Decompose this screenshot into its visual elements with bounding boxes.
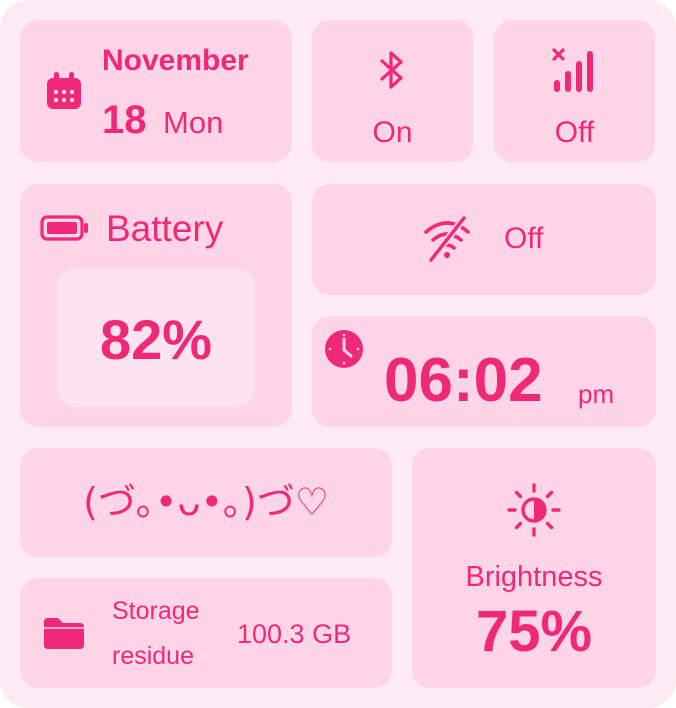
clock-ampm: pm	[578, 379, 615, 409]
kaomoji-tile: (づ｡•ᴗ•｡)づ♡	[20, 448, 392, 557]
control-widget: November 18 Mon On Off Battery 82% Off 0…	[0, 0, 676, 708]
bluetooth-status: On	[372, 116, 413, 149]
storage-label-line1: Storage	[112, 597, 200, 625]
battery-percent-box: 82%	[57, 268, 255, 407]
brightness-percent: 75%	[475, 599, 593, 664]
clock-time: 06:02	[384, 346, 543, 415]
storage-value: 100.3 GB	[237, 619, 352, 649]
battery-label: Battery	[106, 208, 224, 249]
brightness-icon	[507, 483, 561, 537]
date-month: November	[102, 44, 249, 77]
storage-tile: Storage residue 100.3 GB	[20, 578, 392, 688]
wifi-status: Off	[504, 222, 544, 255]
wifi-off-icon	[422, 216, 472, 262]
storage-label-line2: residue	[112, 642, 194, 670]
date-weekday: Mon	[163, 105, 224, 140]
date-tile[interactable]: November 18 Mon	[20, 20, 292, 162]
battery-percent: 82%	[99, 308, 213, 371]
battery-tile: Battery 82%	[20, 184, 292, 427]
battery-icon	[40, 215, 90, 241]
brightness-tile[interactable]: Brightness 75%	[412, 448, 656, 688]
wifi-tile[interactable]: Off	[312, 184, 656, 295]
clock-tile: 06:02 pm	[312, 316, 656, 427]
cellular-off-icon	[552, 48, 598, 94]
signal-status: Off	[554, 116, 595, 149]
brightness-label: Brightness	[465, 561, 603, 593]
signal-tile[interactable]: Off	[494, 20, 655, 162]
clock-icon	[324, 329, 364, 369]
bluetooth-tile[interactable]: On	[312, 20, 473, 162]
folder-icon	[42, 616, 86, 650]
kaomoji-text: (づ｡•ᴗ•｡)づ♡	[83, 480, 329, 524]
bluetooth-icon	[376, 50, 408, 90]
calendar-icon	[44, 71, 84, 111]
date-day: 18	[102, 98, 147, 142]
